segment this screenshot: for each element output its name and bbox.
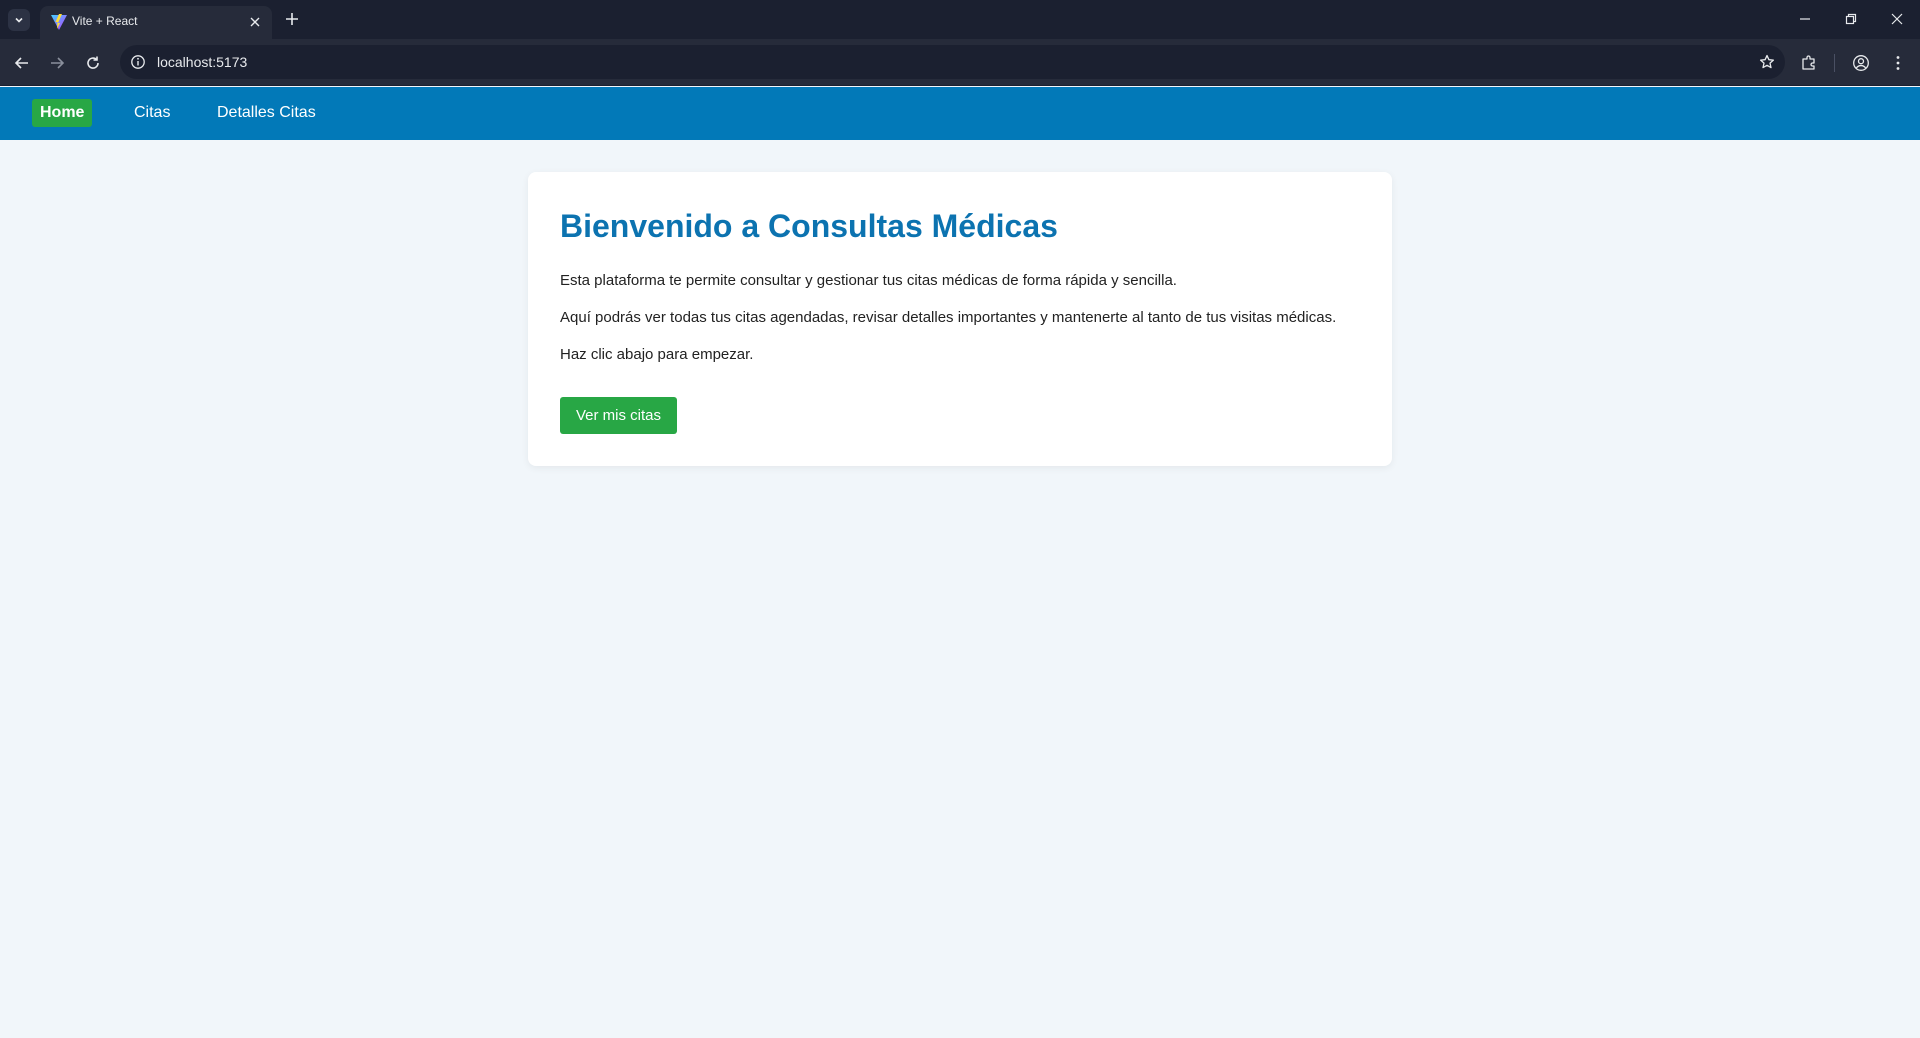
cta-hint-paragraph: Haz clic abajo para empezar. (560, 346, 754, 363)
profile-icon (1853, 55, 1869, 71)
nav-link-citas[interactable]: Citas (126, 99, 178, 127)
welcome-card: Bienvenido a Consultas Médicas Esta plat… (528, 172, 1392, 466)
restore-button[interactable] (1840, 8, 1862, 30)
vite-logo-icon (51, 14, 67, 30)
url-text[interactable]: localhost:5173 (157, 54, 247, 70)
arrow-right-icon (51, 57, 65, 69)
restore-icon (1845, 13, 1857, 25)
browser-tab[interactable]: Vite + React (40, 6, 272, 39)
minimize-button[interactable] (1794, 8, 1816, 30)
kebab-menu-icon (1896, 56, 1900, 70)
tab-close-button[interactable] (246, 13, 264, 31)
new-tab-button[interactable] (281, 8, 303, 30)
tab-list-button[interactable] (8, 9, 30, 31)
arrow-left-icon (14, 57, 28, 69)
extensions-button[interactable] (1797, 51, 1821, 75)
intro-paragraph: Esta plataforma te permite consultar y g… (560, 272, 1177, 289)
app-navbar: Home Citas Detalles Citas (0, 87, 1920, 140)
address-bar[interactable]: localhost:5173 (120, 45, 1785, 79)
reload-button[interactable] (81, 51, 105, 75)
view-appointments-button[interactable]: Ver mis citas (560, 397, 678, 434)
reload-icon (87, 56, 99, 69)
tab-title: Vite + React (72, 14, 138, 28)
toolbar-separator (1834, 54, 1835, 72)
profile-button[interactable] (1849, 51, 1873, 75)
forward-button[interactable] (45, 51, 69, 75)
site-info-button[interactable] (128, 52, 148, 72)
browser-tab-strip: Vite + React (0, 0, 1920, 39)
star-icon (1759, 54, 1775, 69)
nav-link-home[interactable]: Home (32, 99, 93, 127)
browser-menu-button[interactable] (1886, 51, 1910, 75)
plus-icon (286, 13, 298, 25)
minimize-icon (1800, 18, 1810, 20)
close-icon (1891, 13, 1903, 25)
chevron-down-icon (15, 17, 23, 23)
nav-link-detalles-citas[interactable]: Detalles Citas (209, 99, 324, 127)
close-window-button[interactable] (1886, 8, 1908, 30)
back-button[interactable] (10, 51, 34, 75)
info-circle-icon (131, 55, 145, 69)
bookmark-button[interactable] (1757, 52, 1777, 72)
page-title: Bienvenido a Consultas Médicas (560, 208, 1058, 244)
browser-toolbar: localhost:5173 (0, 39, 1920, 86)
details-paragraph: Aquí podrás ver todas tus citas agendada… (560, 309, 1337, 326)
puzzle-icon (1802, 55, 1815, 70)
close-icon (250, 17, 260, 27)
